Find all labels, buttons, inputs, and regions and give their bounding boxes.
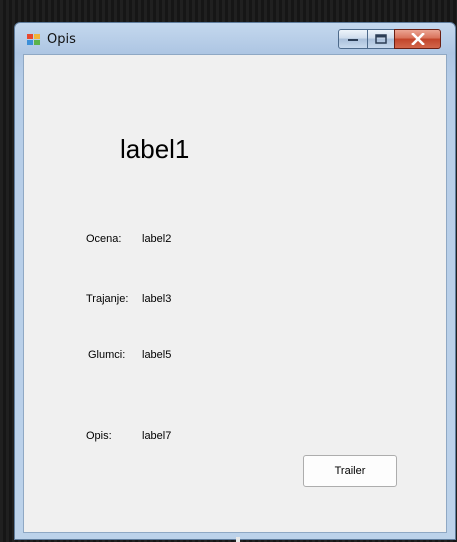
ocena-value: label2 xyxy=(142,233,172,245)
glumci-value: label5 xyxy=(142,349,172,361)
windows-form-icon xyxy=(27,34,40,45)
opis-caption: Opis: xyxy=(86,430,112,442)
ocena-caption: Ocena: xyxy=(86,233,122,245)
trailer-button[interactable]: Trailer xyxy=(303,455,397,487)
cursor-marker xyxy=(236,537,240,542)
minimize-icon xyxy=(348,39,358,41)
maximize-icon xyxy=(375,34,387,44)
trajanje-value: label3 xyxy=(142,293,172,305)
close-button[interactable] xyxy=(394,29,441,49)
window-title: Opis xyxy=(47,32,76,47)
maximize-button[interactable] xyxy=(367,29,395,49)
glumci-caption: Glumci: xyxy=(88,349,126,361)
title-bar[interactable]: Opis xyxy=(15,23,455,55)
title-label: label1 xyxy=(120,134,190,164)
close-icon xyxy=(410,33,425,45)
minimize-button[interactable] xyxy=(338,29,368,49)
opis-value: label7 xyxy=(142,430,172,442)
form-client-area: label1 Ocena: label2 Trajanje: label3 Gl… xyxy=(23,54,447,533)
opis-window: Opis label1 Ocena: label2 Trajanje: labe… xyxy=(14,22,456,540)
trajanje-caption: Trajanje: xyxy=(86,293,129,305)
